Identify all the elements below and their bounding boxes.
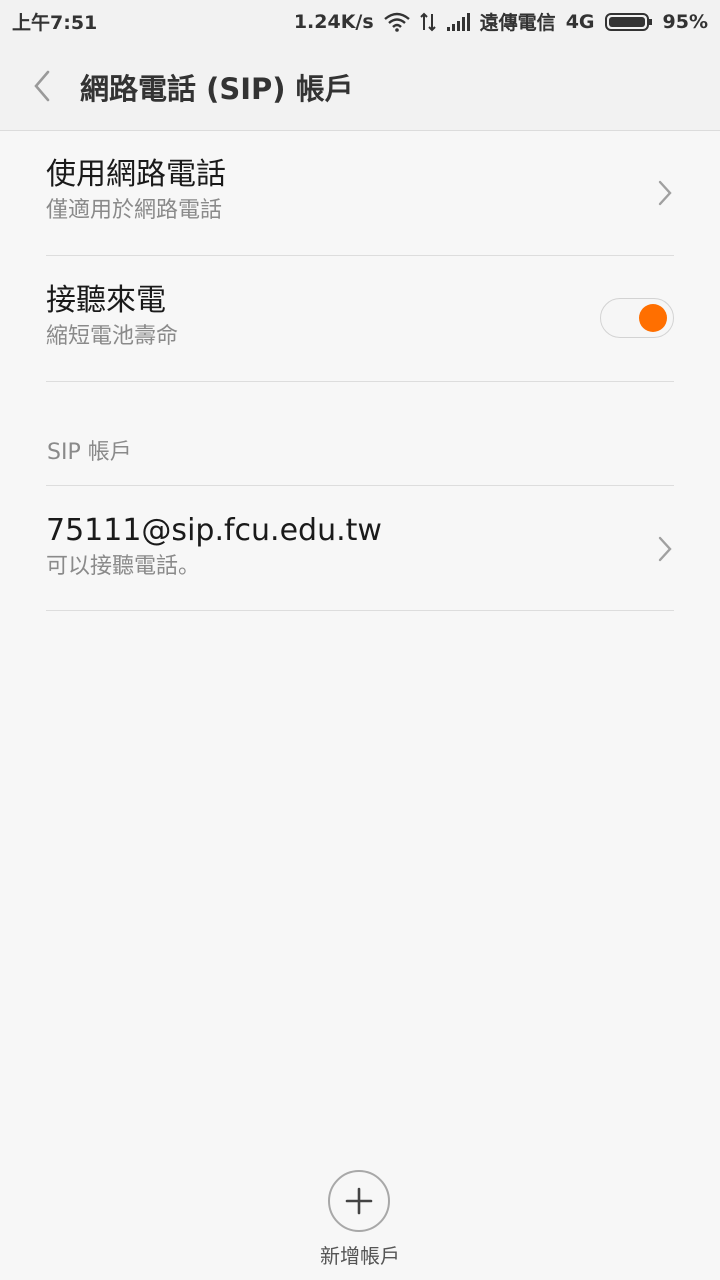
chevron-left-icon [34, 70, 50, 102]
plus-icon [345, 1187, 373, 1215]
sip-account-status: 可以接聽電話。 [46, 554, 201, 579]
chevron-right-icon [658, 536, 672, 562]
divider [46, 485, 674, 486]
chevron-right-icon [658, 180, 672, 206]
receive-calls-title: 接聽來電 [46, 283, 166, 318]
data-arrows-icon [419, 12, 436, 32]
status-bar: 上午7:51 1.24K/s 遠傳電信 4G 95% [0, 0, 720, 40]
divider [46, 255, 674, 256]
status-indicators: 1.24K/s 遠傳電信 4G 95% [294, 8, 708, 35]
sip-account-item[interactable]: 75111@sip.fcu.edu.tw 可以接聽電話。 [46, 512, 674, 592]
receive-calls-setting: 接聽來電 縮短電池壽命 [46, 282, 674, 362]
battery-percent: 95% [662, 10, 708, 33]
receive-calls-subtitle: 縮短電池壽命 [46, 324, 179, 349]
use-sip-subtitle: 僅適用於網路電話 [46, 198, 223, 223]
wifi-icon [383, 12, 410, 32]
divider [46, 610, 674, 611]
back-button[interactable] [26, 66, 62, 106]
network-speed: 1.24K/s [293, 10, 374, 33]
divider [46, 381, 674, 382]
use-sip-setting[interactable]: 使用網路電話 僅適用於網路電話 [46, 156, 674, 230]
battery-icon [604, 12, 653, 32]
use-sip-title: 使用網路電話 [46, 157, 226, 192]
signal-icon [446, 12, 470, 31]
add-account-button[interactable] [328, 1170, 390, 1232]
carrier-name: 遠傳電信 [479, 12, 556, 34]
network-type: 4G [565, 10, 595, 33]
sip-accounts-section-header: SIP 帳戶 [47, 440, 132, 465]
app-header: 網路電話 (SIP) 帳戶 [0, 40, 720, 131]
screen: 上午7:51 1.24K/s 遠傳電信 4G 95% 網路電話 (SIP) 帳戶… [0, 0, 720, 1280]
page-title: 網路電話 (SIP) 帳戶 [80, 72, 354, 106]
add-account-label: 新增帳戶 [320, 1244, 400, 1268]
receive-calls-toggle[interactable] [600, 298, 674, 338]
status-time: 上午7:51 [12, 12, 98, 34]
sip-account-address: 75111@sip.fcu.edu.tw [46, 513, 382, 548]
toggle-knob [639, 304, 667, 332]
